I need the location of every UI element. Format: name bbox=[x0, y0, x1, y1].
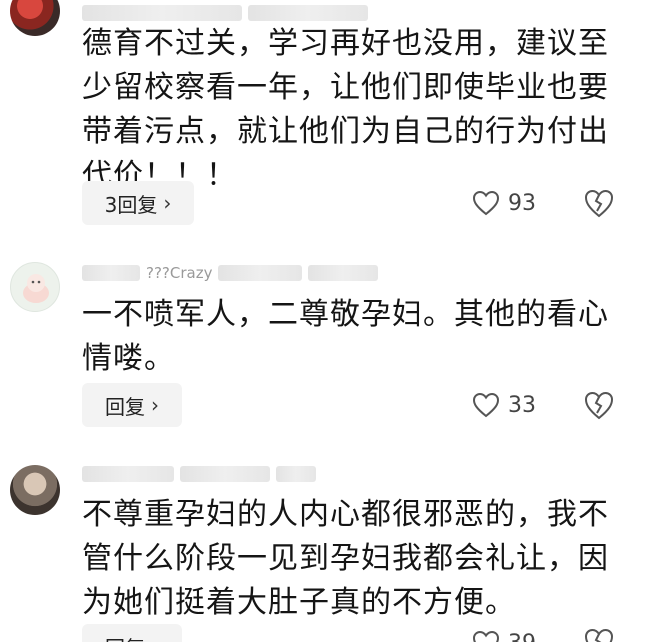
username[interactable]: ???Crazy bbox=[146, 264, 212, 282]
heart-outline-icon bbox=[472, 630, 500, 642]
broken-heart-icon[interactable] bbox=[583, 626, 615, 642]
reply-button[interactable]: 3回复 › bbox=[82, 181, 194, 225]
meta-blur bbox=[218, 265, 303, 281]
heart-outline-icon bbox=[472, 392, 500, 418]
chevron-right-icon: › bbox=[151, 393, 159, 417]
comment-item: ???Crazy 一不喷军人，二尊敬孕妇。其他的看心情喽。 回复 › 33 bbox=[0, 240, 659, 440]
username-blur bbox=[82, 466, 174, 482]
reply-button[interactable]: 回复 › bbox=[82, 383, 182, 427]
like-count: 93 bbox=[508, 190, 536, 216]
chevron-right-icon: › bbox=[151, 634, 159, 642]
reply-button[interactable]: 回复 › bbox=[82, 624, 182, 642]
broken-heart-icon[interactable] bbox=[583, 389, 615, 421]
comment-text: 不尊重孕妇的人内心都很邪恶的，我不管什么阶段一见到孕妇我都会礼让，因为她们挺着大… bbox=[82, 497, 609, 620]
meta-blur bbox=[248, 5, 368, 21]
meta-blur bbox=[276, 466, 316, 482]
like-count: 39 bbox=[508, 631, 536, 642]
like-button[interactable]: 33 bbox=[472, 388, 536, 422]
comment-meta bbox=[82, 465, 316, 483]
chevron-right-icon: › bbox=[163, 191, 172, 215]
like-button[interactable]: 93 bbox=[472, 186, 536, 220]
username-blur bbox=[82, 5, 242, 21]
meta-blur bbox=[180, 466, 270, 482]
meta-blur bbox=[308, 265, 379, 281]
comment-meta: ???Crazy bbox=[82, 264, 379, 282]
comment-meta bbox=[82, 4, 368, 22]
reply-label: 3回复 bbox=[104, 192, 158, 217]
avatar[interactable] bbox=[10, 0, 60, 36]
username-blur bbox=[82, 265, 140, 281]
reply-label: 回复 bbox=[105, 632, 145, 642]
avatar[interactable] bbox=[10, 465, 60, 515]
comment-item: 德育不过关，学习再好也没用，建议至少留校察看一年，让他们即使毕业也要带着污点，就… bbox=[0, 0, 659, 240]
avatar-illustration bbox=[23, 274, 49, 303]
avatar[interactable] bbox=[10, 262, 60, 312]
heart-outline-icon bbox=[472, 190, 500, 216]
reply-label: 回复 bbox=[105, 394, 145, 419]
like-count: 33 bbox=[508, 392, 536, 418]
like-button[interactable]: 39 bbox=[472, 626, 536, 642]
comment-item: 不尊重孕妇的人内心都很邪恶的，我不管什么阶段一见到孕妇我都会礼让，因为她们挺着大… bbox=[0, 440, 659, 642]
comment-text: 德育不过关，学习再好也没用，建议至少留校察看一年，让他们即使毕业也要带着污点，就… bbox=[82, 26, 609, 193]
comment-text: 一不喷军人，二尊敬孕妇。其他的看心情喽。 bbox=[82, 297, 609, 376]
broken-heart-icon[interactable] bbox=[583, 187, 615, 219]
